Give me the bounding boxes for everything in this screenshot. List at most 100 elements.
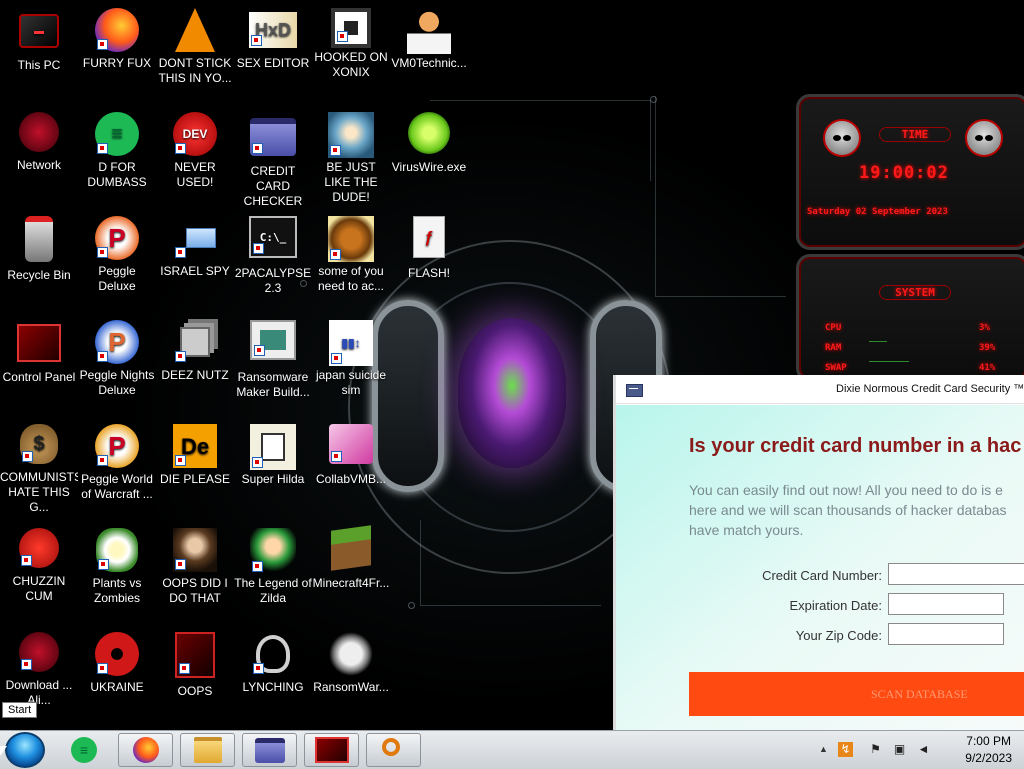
desktop-icon-never-used[interactable]: DEV NEVER USED! xyxy=(156,112,234,190)
taskbar-search-app[interactable] xyxy=(366,733,421,767)
portrait-icon xyxy=(173,528,217,572)
desktop-icon-super-hilda[interactable]: Super Hilda xyxy=(234,424,312,487)
credit-card-icon xyxy=(254,737,285,763)
xonix-icon xyxy=(331,8,371,48)
desktop-icon-dont-stick[interactable]: DONT STICK THIS IN YO... xyxy=(156,8,234,86)
clock-gadget[interactable]: TIME 19:00:02 Saturday 02 September 2023 xyxy=(796,94,1024,250)
desktop-icon-oops-did-i[interactable]: OOPS DID I DO THAT xyxy=(156,528,234,606)
chuzzle-icon xyxy=(19,528,59,568)
credit-card-security-window[interactable]: Dixie Normous Credit Card Security ™ Is … xyxy=(613,375,1024,730)
desktop-icon-label: Plants vs Zombies xyxy=(92,576,142,605)
desktop-icon-label: OOPS DID I DO THAT xyxy=(162,576,228,605)
desktop-icon-chuzzin[interactable]: CHUZZIN CUM xyxy=(0,528,78,604)
desktop-icon-peggle-nights[interactable]: P Peggle Nights Deluxe xyxy=(78,320,156,398)
zip-code-input[interactable] xyxy=(888,623,1004,645)
expiration-date-label: Expiration Date: xyxy=(789,598,883,613)
system-gadget[interactable]: SYSTEM CPU 3% RAM 39% SWAP 41% xyxy=(796,254,1024,382)
desktop-icon-network[interactable]: Network xyxy=(0,112,78,173)
network-share-icon xyxy=(173,216,217,260)
volume-icon[interactable]: ◄ xyxy=(916,742,931,757)
desktop-icon-sex-editor[interactable]: HxD SEX EDITOR xyxy=(234,8,312,71)
desktop-icon-collabvm[interactable]: CollabVMB... xyxy=(312,424,390,487)
skull-icon xyxy=(329,632,373,676)
desktop-icon-d-for-dumbass[interactable]: ≡ D FOR DUMBASS xyxy=(78,112,156,190)
desktop-icon-label: Super Hilda xyxy=(241,472,305,486)
desktop-icon-label: FLASH! xyxy=(407,266,450,280)
desktop-icon-some-of-you[interactable]: some of you need to ac... xyxy=(312,216,390,294)
desktop-icon-oops[interactable]: OOPS xyxy=(156,632,234,699)
desktop-icon-2pacalypse[interactable]: C:\_ 2PACALYPSE 2.3 xyxy=(234,216,312,296)
network-icon xyxy=(19,112,59,152)
desktop-icon-label: VM0Technic... xyxy=(391,56,467,70)
show-hidden-icons-icon[interactable]: ▲ xyxy=(816,742,831,757)
desktop-icon-this-pc[interactable]: ▬ This PC xyxy=(0,8,78,73)
desktop-icon-label: HOOKED ON XONIX xyxy=(314,50,388,79)
application-window-icon xyxy=(250,320,296,360)
wallpaper-circuit xyxy=(655,96,786,297)
expiration-date-input[interactable] xyxy=(888,593,1004,615)
system-row-value: 41% xyxy=(979,363,996,373)
desktop-icon-label: Minecraft4Fr... xyxy=(312,576,390,590)
desktop-icon-ukraine[interactable]: UKRAINE xyxy=(78,632,156,695)
desktop-icon-communists[interactable]: $ COMMUNISTS HATE THIS G... xyxy=(0,424,78,515)
desktop-icon-label: Control Panel xyxy=(2,370,76,384)
scan-database-button[interactable]: SCAN DATABASE xyxy=(689,672,1024,716)
desktop-icon-label: SEX EDITOR xyxy=(236,56,310,70)
start-button[interactable] xyxy=(5,732,45,768)
de-logo-icon: De xyxy=(173,424,217,468)
desktop-icon-plants-vs-zombies[interactable]: Plants vs Zombies xyxy=(78,528,156,606)
clock-gadget-time: 19:00:02 xyxy=(859,163,949,183)
hxd-icon: HxD xyxy=(249,12,297,48)
desktop-icon-label: DONT STICK THIS IN YO... xyxy=(158,56,232,85)
link-character-icon xyxy=(250,528,296,574)
taskbar-file-explorer[interactable] xyxy=(180,733,235,767)
taskbar-credit-card-app[interactable] xyxy=(242,733,297,767)
clock-time: 7:00 PM xyxy=(966,734,1011,748)
doctor-icon xyxy=(407,8,451,54)
desktop-icon-deez-nutz[interactable]: DEEZ NUTZ xyxy=(156,320,234,383)
desktop-icon-die-please[interactable]: De DIE PLEASE xyxy=(156,424,234,487)
desktop-icon-legend-of-zilda[interactable]: The Legend of Zilda xyxy=(234,528,312,606)
desktop-icon-lynching[interactable]: LYNCHING xyxy=(234,632,312,695)
window-titlebar[interactable]: Dixie Normous Credit Card Security ™ xyxy=(616,375,1024,404)
desktop-icon-ransomwar[interactable]: RansomWar... xyxy=(312,632,390,695)
taskbar-alienware-app[interactable] xyxy=(304,733,359,767)
desktop-icon-japan-suicide-sim[interactable]: ▮▮↕ japan suicide sim xyxy=(312,320,390,398)
desktop-icon-peggle-deluxe[interactable]: P Peggle Deluxe xyxy=(78,216,156,294)
system-row-label: SWAP xyxy=(825,363,847,373)
desktop-icon-minecraft[interactable]: Minecraft4Fr... xyxy=(312,525,390,591)
card-number-input[interactable] xyxy=(888,563,1024,585)
desktop-icon-ransomware-maker[interactable]: Ransomware Maker Build... xyxy=(234,320,312,400)
taskbar-clock[interactable]: 7:00 PM 9/2/2023 xyxy=(965,733,1012,767)
desktop-icon-label: ISRAEL SPY xyxy=(160,264,230,278)
peggle-nights-icon: P xyxy=(95,320,139,364)
desktop-icon-download-ali[interactable]: Download ... Ali... xyxy=(0,632,78,708)
taskbar-firefox[interactable] xyxy=(118,733,173,767)
desktop-icon-control-panel[interactable]: Control Panel xyxy=(0,320,78,385)
desktop-icon-label: RansomWar... xyxy=(313,680,389,694)
desktop-icon-furry-fux[interactable]: FURRY FUX xyxy=(78,8,156,71)
wallpaper-core xyxy=(458,318,566,468)
flag-icon[interactable]: ⚑ xyxy=(868,742,883,757)
desktop-icon-be-just-like-dude[interactable]: BE JUST LIKE THE DUDE! xyxy=(312,112,390,205)
desktop-icon-vm0technic[interactable]: VM0Technic... xyxy=(390,8,468,71)
desktop-icon-credit-card-checker[interactable]: CREDIT CARD CHECKER xyxy=(234,112,312,209)
desktop-icon-peggle-wow[interactable]: P Peggle World of Warcraft ... xyxy=(78,424,156,502)
desktop-icon-label: CREDIT CARD CHECKER xyxy=(243,164,303,208)
chat-bubble-icon: ≡ xyxy=(71,737,97,763)
flower-icon xyxy=(96,528,138,572)
update-icon[interactable]: ↯ xyxy=(838,742,853,757)
collabvm-icon xyxy=(329,424,373,464)
network-tray-icon[interactable]: ▣ xyxy=(892,742,907,757)
desktop-icon-recycle-bin[interactable]: Recycle Bin xyxy=(0,216,78,283)
desktop-icon-label: This PC xyxy=(17,58,61,72)
desktop-icon-viruswire[interactable]: VirusWire.exe xyxy=(390,112,468,175)
desktop-icon-label: CollabVMB... xyxy=(315,472,387,486)
magnifier-icon xyxy=(381,738,400,756)
taskbar-chat-app[interactable]: ≡ xyxy=(64,733,104,767)
control-panel-icon xyxy=(17,324,61,362)
dev-cpp-icon: DEV xyxy=(173,112,217,156)
desktop-icon-flash[interactable]: ƒ FLASH! xyxy=(390,216,468,281)
desktop-icon-hooked-on-xonix[interactable]: HOOKED ON XONIX xyxy=(312,8,390,80)
desktop-icon-israel-spy[interactable]: ISRAEL SPY xyxy=(156,216,234,279)
